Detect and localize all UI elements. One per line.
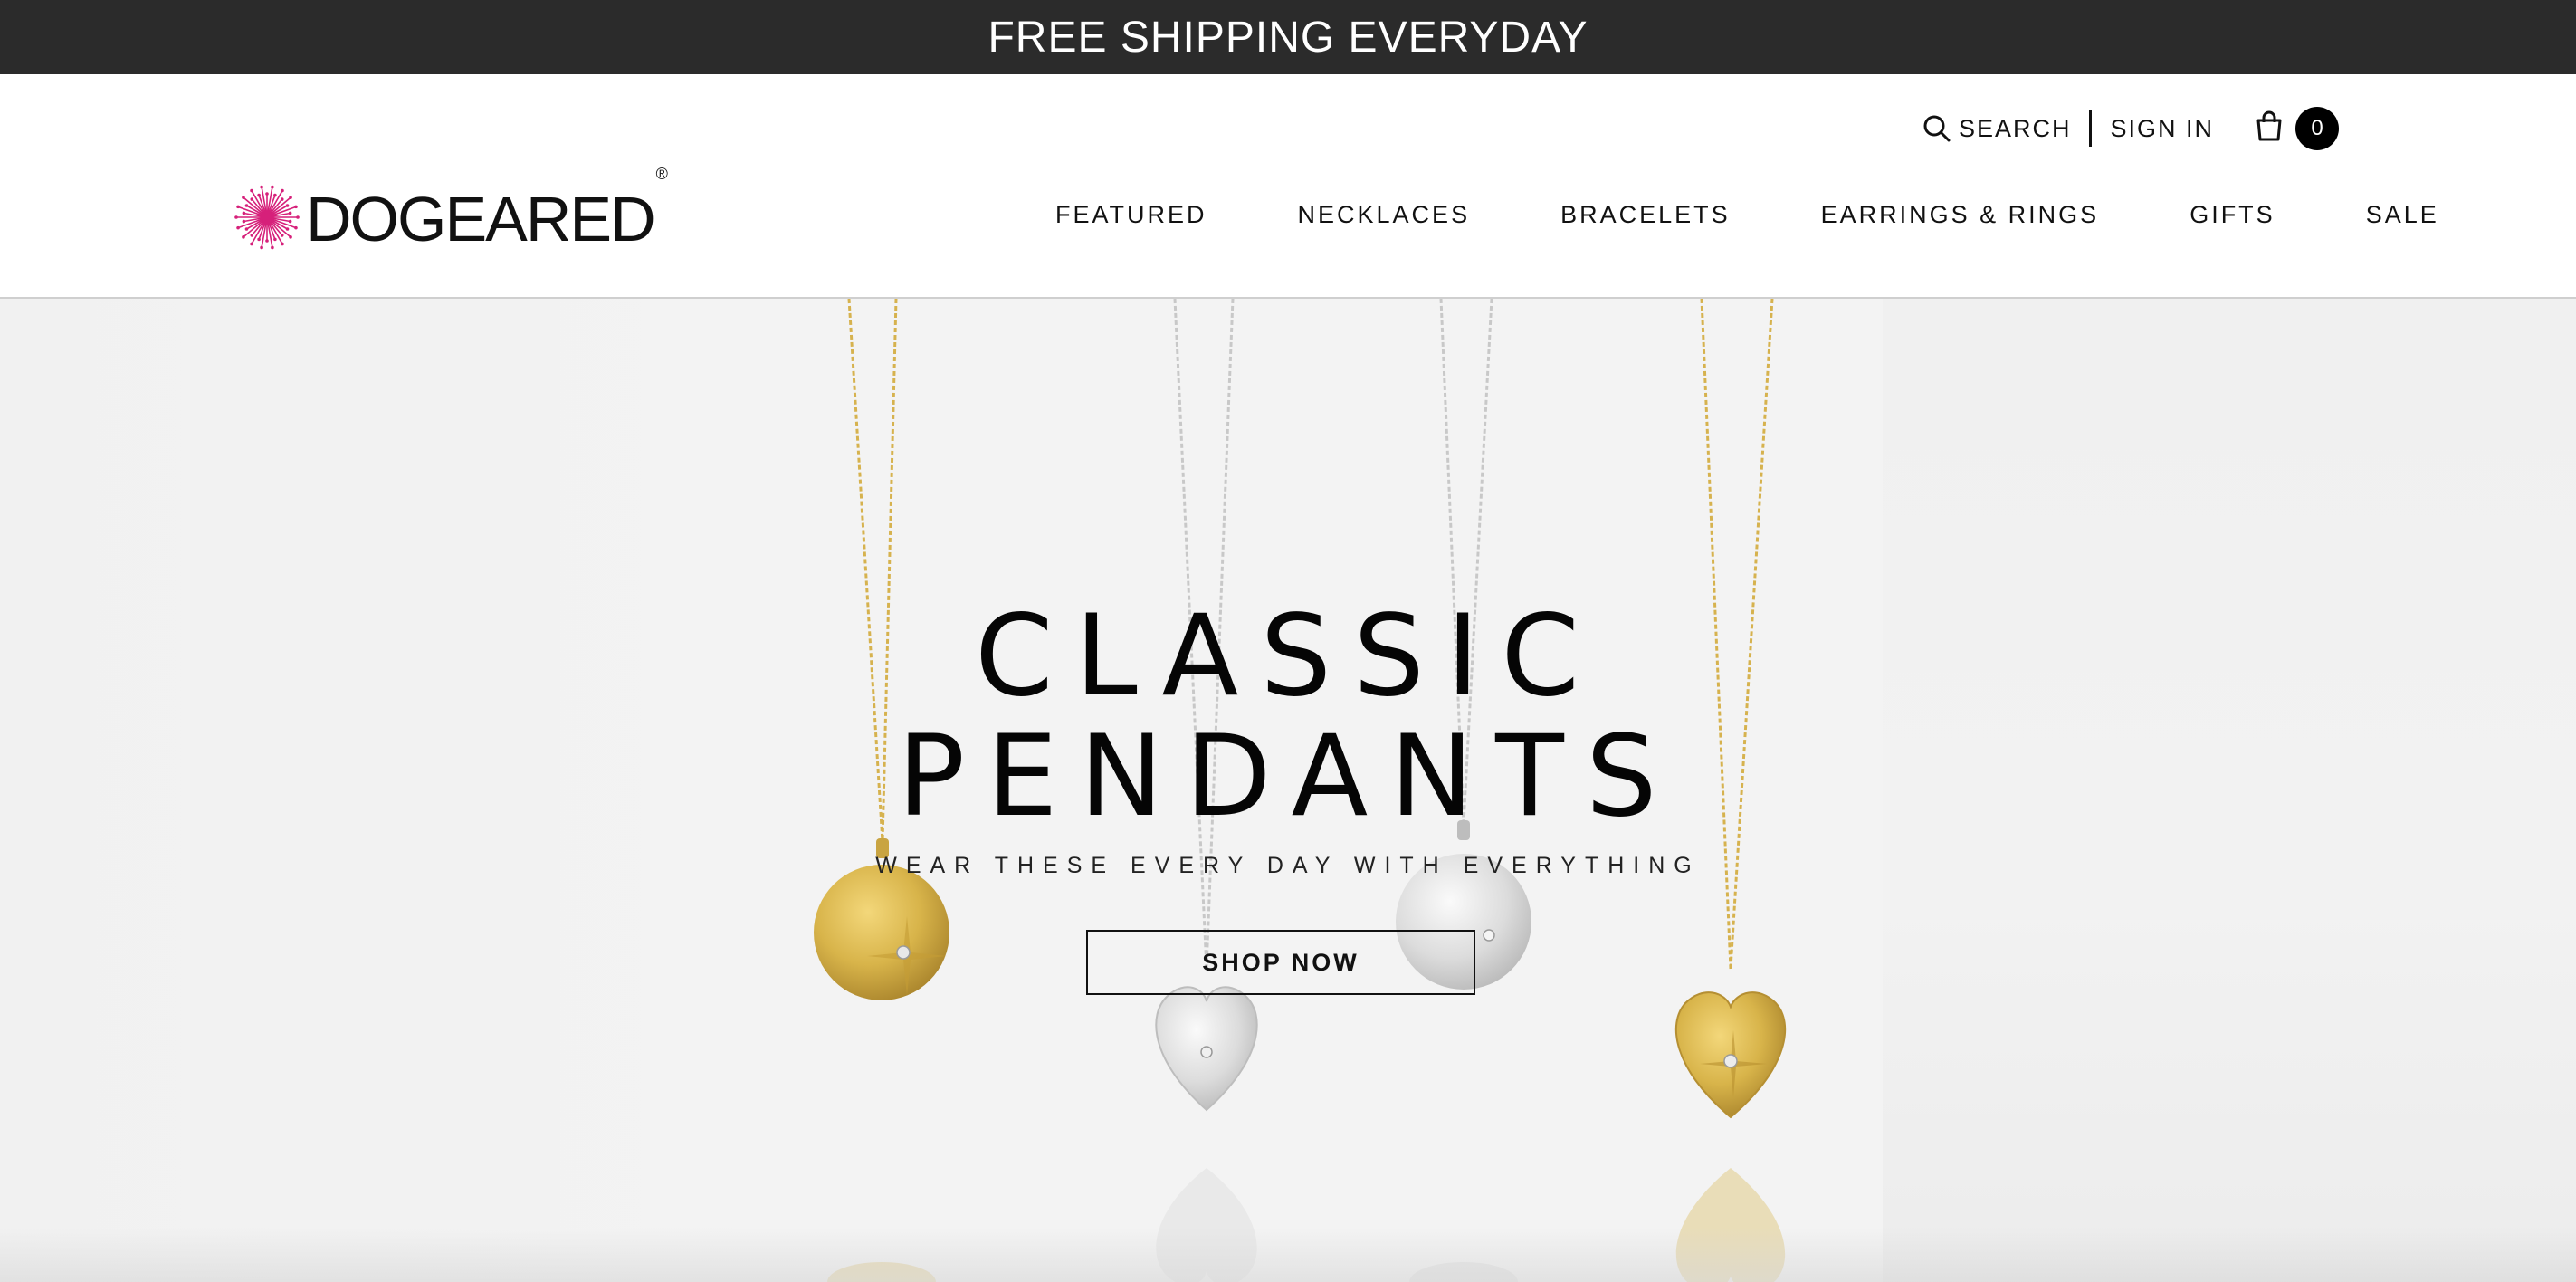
sign-in-label: SIGN IN: [2110, 114, 2214, 142]
utility-divider: [2089, 110, 2093, 147]
nav-item-sale[interactable]: SALE: [2366, 201, 2439, 229]
nav-item-featured[interactable]: FEATURED: [1055, 201, 1207, 229]
hero-title-line2: PENDANTS: [897, 712, 1679, 842]
shop-now-button[interactable]: SHOP NOW: [1086, 930, 1475, 995]
hero-title-line1: CLASSIC: [975, 591, 1601, 722]
cart-count-badge: 0: [2295, 107, 2339, 150]
main-nav: FEATURED NECKLACES BRACELETS EARRINGS & …: [1055, 201, 2439, 229]
nav-item-gifts[interactable]: GIFTS: [2190, 201, 2275, 229]
nav-item-necklaces[interactable]: NECKLACES: [1298, 201, 1471, 229]
nav-item-bracelets[interactable]: BRACELETS: [1560, 201, 1731, 229]
logo-wordmark: DOGEARED®: [306, 165, 668, 254]
search-icon: [1922, 114, 1951, 143]
cart-button[interactable]: 0: [2256, 107, 2339, 150]
search-button[interactable]: SEARCH: [1922, 114, 2072, 143]
utility-nav: SEARCH SIGN IN 0: [1922, 103, 2339, 154]
hero-banner: CLASSIC PENDANTS WEAR THESE EVERY DAY WI…: [0, 299, 2576, 1282]
shopping-bag-icon: [2256, 110, 2283, 148]
hero-subtitle: WEAR THESE EVERY DAY WITH EVERYTHING: [875, 853, 1701, 878]
nav-item-earrings-rings[interactable]: EARRINGS & RINGS: [1821, 201, 2100, 229]
search-label: SEARCH: [1958, 114, 2072, 142]
promo-text: FREE SHIPPING EVERYDAY: [987, 13, 1589, 62]
dogeared-logo[interactable]: DOGEARED®: [234, 165, 668, 255]
hero-bottom-fade: [0, 1228, 2576, 1282]
promo-banner: FREE SHIPPING EVERYDAY: [0, 0, 2576, 74]
site-header: SEARCH SIGN IN 0 DOGEARED® FEATURED NECK…: [0, 74, 2576, 299]
starburst-logo-icon: [234, 184, 301, 255]
sign-in-link[interactable]: SIGN IN: [2110, 115, 2214, 143]
